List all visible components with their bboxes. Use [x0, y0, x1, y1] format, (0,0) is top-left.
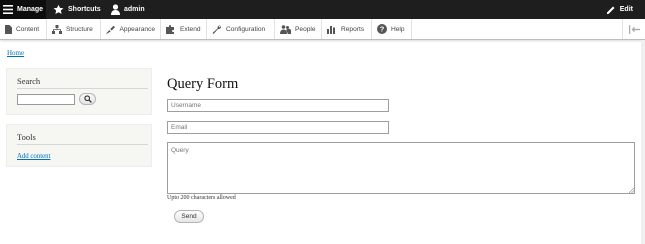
page-scrollbar[interactable] — [641, 40, 645, 244]
menu-item-label: Content — [16, 25, 40, 33]
breadcrumb: Home — [7, 49, 24, 57]
search-block: Search — [6, 68, 152, 115]
menu-item-label: Structure — [66, 25, 93, 33]
hamburger-menu-icon — [3, 5, 13, 14]
divider — [17, 144, 148, 145]
page-icon — [5, 24, 12, 34]
svg-text:?: ? — [380, 25, 385, 34]
help-icon: ? — [377, 24, 387, 34]
manage-tab[interactable]: Manage — [0, 0, 46, 19]
paint-icon — [106, 25, 115, 34]
pencil-icon — [606, 6, 615, 14]
menu-item-label: Appearance — [119, 25, 155, 33]
sitemap-icon — [52, 24, 62, 34]
send-button[interactable]: Send — [174, 210, 204, 223]
menu-item-reports[interactable]: Reports — [322, 19, 372, 39]
menu-item-extend[interactable]: Extend — [161, 19, 207, 39]
user-tab[interactable]: admin — [111, 0, 145, 19]
tray-orientation-toggle[interactable] — [622, 19, 645, 39]
menu-item-people[interactable]: People — [275, 19, 322, 39]
add-content-link[interactable]: Add content — [17, 153, 50, 160]
user-label: admin — [124, 6, 145, 13]
edit-label: Edit — [619, 6, 633, 13]
menu-item-help[interactable]: ? Help — [372, 19, 412, 39]
user-icon — [111, 4, 120, 15]
query-field-wrapper — [167, 142, 635, 194]
manage-label: Manage — [17, 6, 44, 13]
shortcuts-tab[interactable]: Shortcuts — [53, 0, 101, 19]
email-field[interactable] — [167, 121, 389, 134]
menu-item-configuration[interactable]: Configuration — [207, 19, 275, 39]
username-field[interactable] — [167, 99, 389, 112]
resize-grip-icon[interactable] — [629, 188, 634, 193]
orientation-toggle-icon — [628, 24, 640, 34]
menu-item-label: Extend — [180, 25, 201, 33]
search-block-title: Search — [17, 76, 41, 86]
puzzle-icon — [166, 24, 174, 34]
admin-menu-tray: Content Structure Appearance Extend Conf… — [0, 19, 645, 40]
menu-item-content[interactable]: Content — [0, 19, 47, 39]
wrench-icon — [212, 24, 222, 34]
tools-block-title: Tools — [17, 132, 36, 142]
menu-item-appearance[interactable]: Appearance — [101, 19, 161, 39]
shortcuts-label: Shortcuts — [68, 6, 101, 13]
people-icon — [280, 24, 291, 34]
menu-item-label: Configuration — [226, 25, 266, 33]
admin-toolbar: Manage Shortcuts admin Edit — [0, 0, 645, 19]
divider — [17, 88, 148, 89]
page-title: Query Form — [167, 76, 239, 92]
edit-tab[interactable]: Edit — [606, 0, 633, 19]
bar-chart-icon — [327, 25, 335, 34]
query-field[interactable] — [167, 142, 635, 194]
search-input[interactable] — [17, 94, 75, 105]
menu-item-label: Help — [391, 25, 405, 33]
tools-block: Tools Add content — [6, 124, 152, 167]
search-icon — [83, 95, 92, 103]
query-help-text: Upto 200 characters allowed — [167, 195, 236, 201]
menu-item-structure[interactable]: Structure — [47, 19, 101, 39]
menu-item-label: People — [295, 25, 316, 33]
menu-item-label: Reports — [341, 25, 365, 33]
search-button[interactable] — [79, 93, 96, 105]
breadcrumb-home-link[interactable]: Home — [7, 49, 24, 57]
star-icon — [53, 4, 64, 14]
